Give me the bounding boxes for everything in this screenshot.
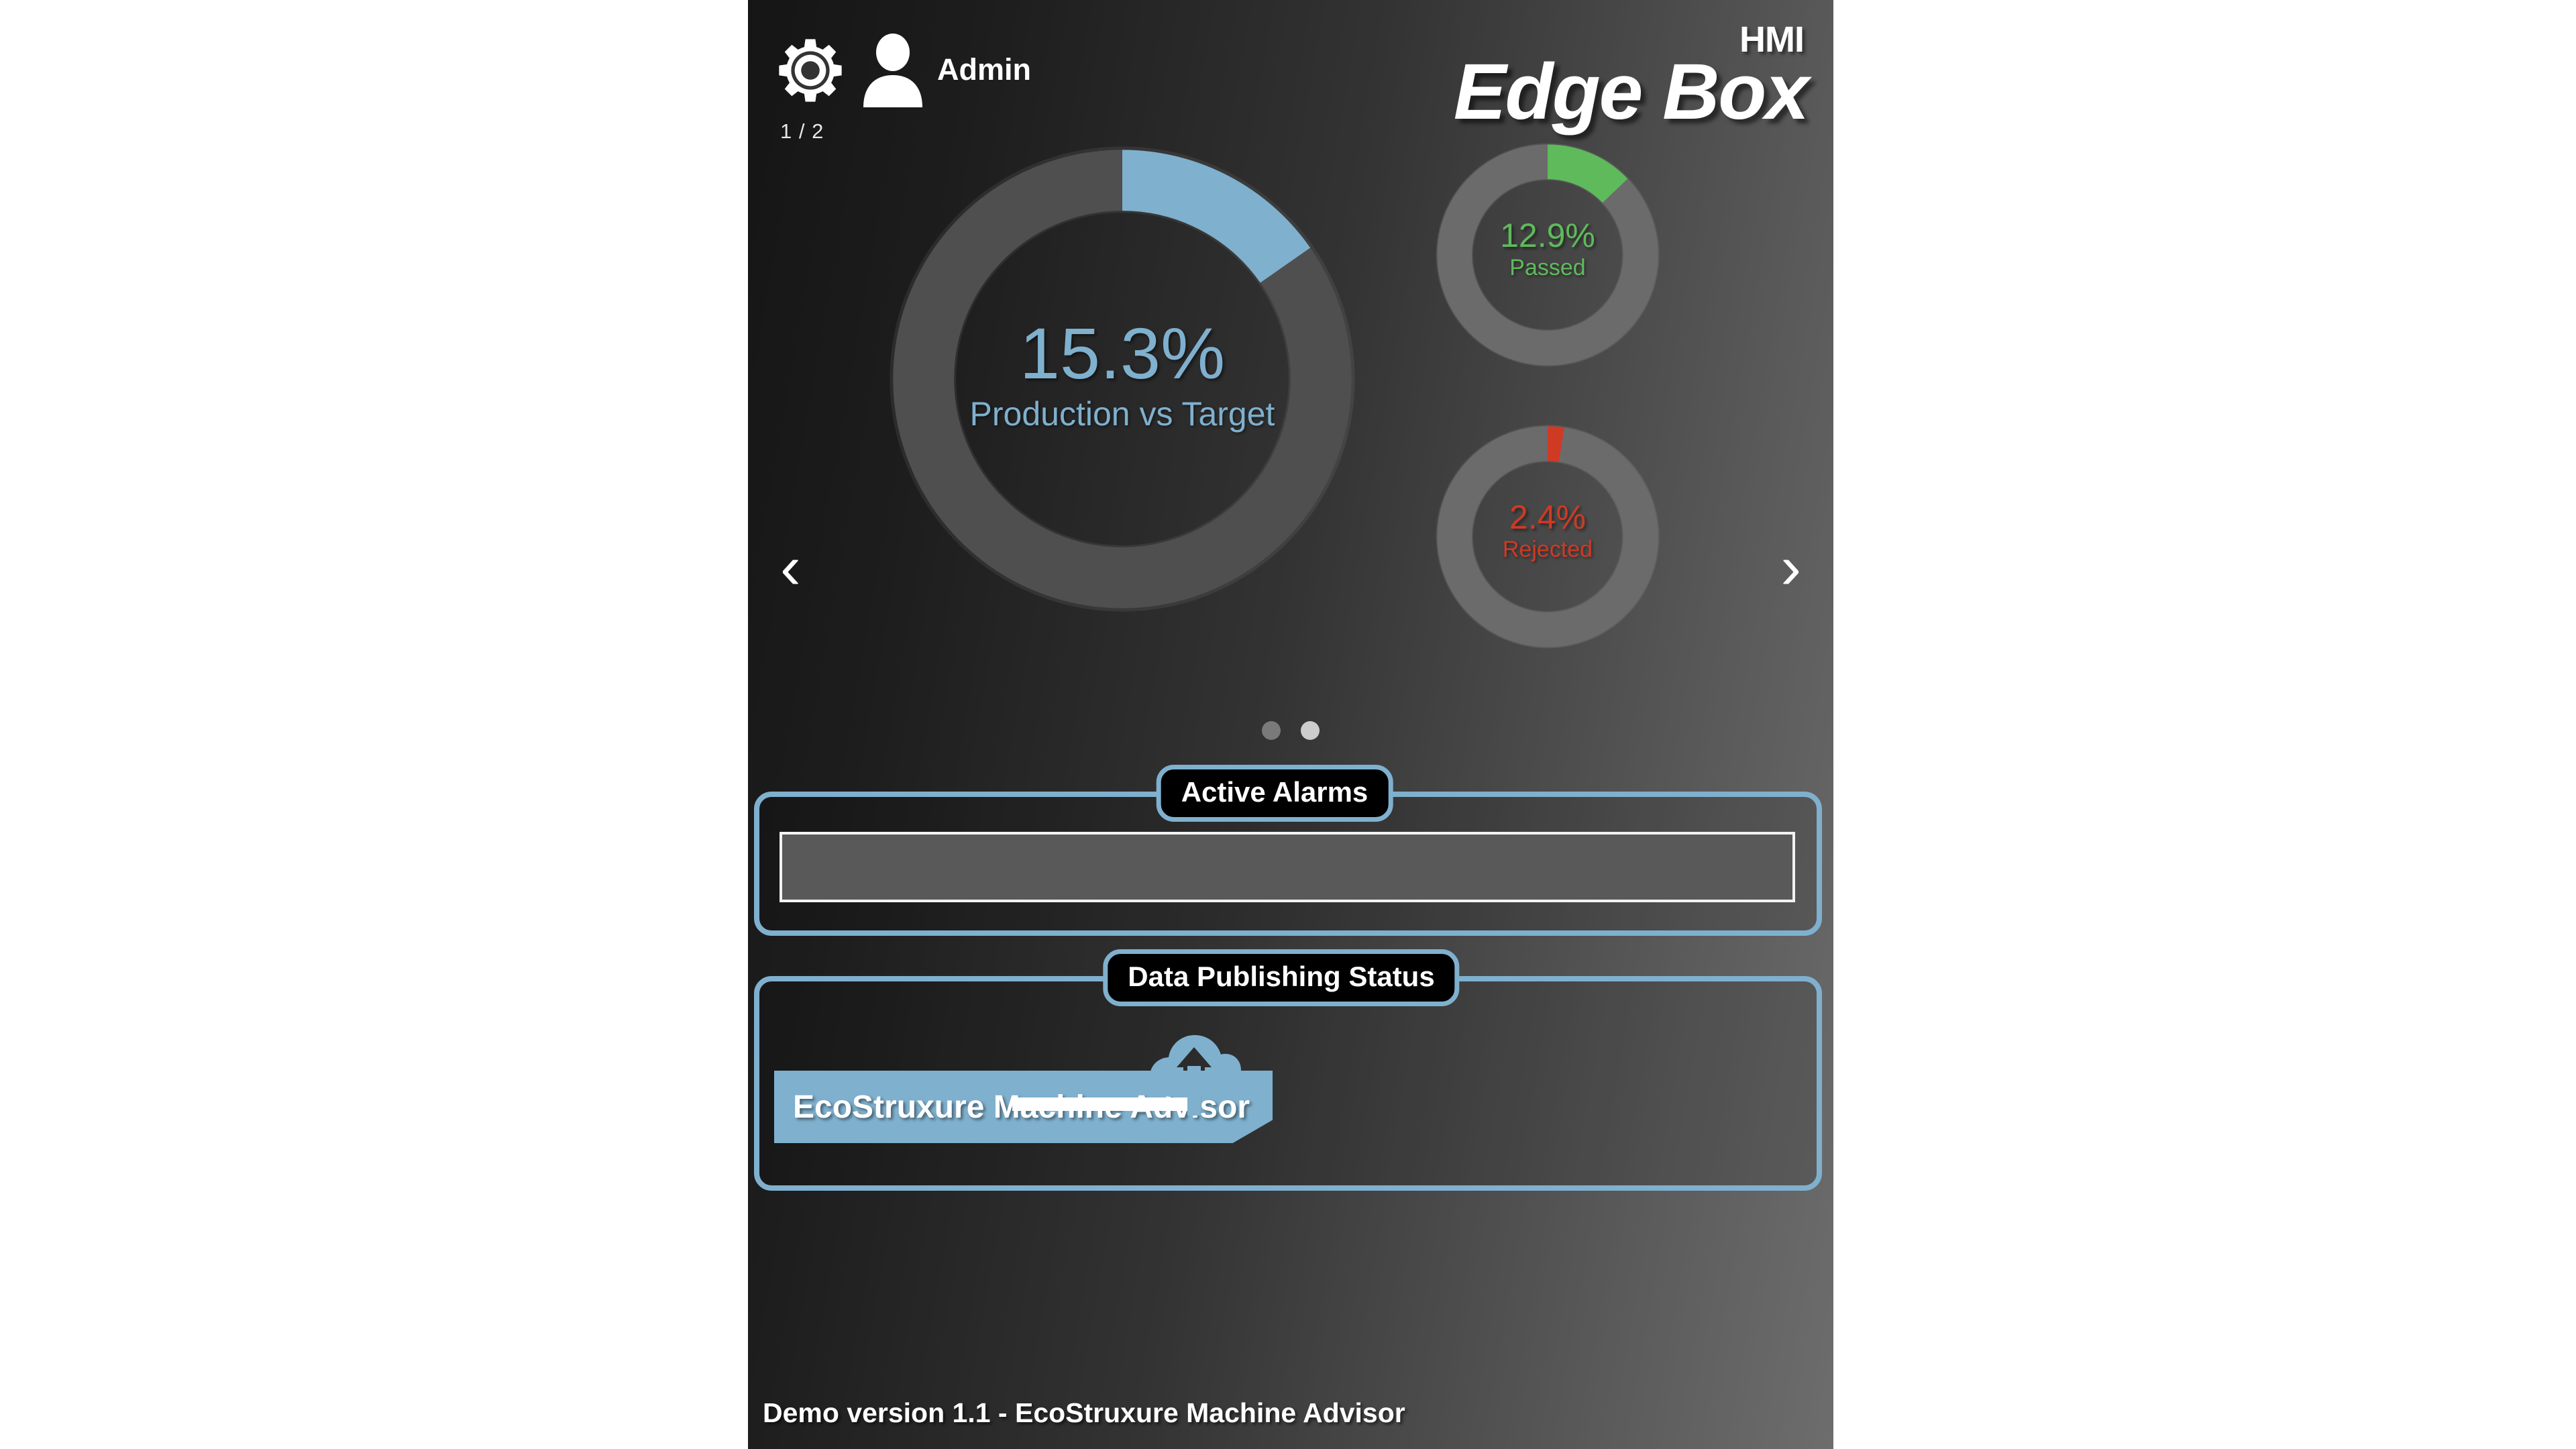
carousel-dot-2[interactable] xyxy=(1301,721,1320,740)
gauge-arc xyxy=(1547,144,1628,203)
brand-title: Edge Box xyxy=(1453,48,1809,136)
footer-version-text: Demo version 1.1 - EcoStruxure Machine A… xyxy=(763,1397,1405,1428)
active-alarms-list[interactable] xyxy=(780,832,1795,902)
kpi-carousel: ‹ › 15.3% Production vs Target 12.9% Pas… xyxy=(748,121,1833,745)
gauge-rejected: 2.4% Rejected xyxy=(1424,413,1672,661)
cloud-upload-icon xyxy=(1147,1027,1241,1116)
user-name: Admin xyxy=(937,52,1031,87)
data-publishing-title: Data Publishing Status xyxy=(1103,949,1460,1006)
app-logo: HMI Edge Box xyxy=(1453,21,1809,136)
gauge-production-vs-target: 15.3% Production vs Target xyxy=(857,114,1387,644)
data-publishing-panel: Data Publishing Status EcoStruxure Machi… xyxy=(754,949,1822,1191)
publishing-service-row: EcoStruxure Machine Advisor xyxy=(759,981,1817,1185)
gear-icon[interactable] xyxy=(775,35,846,106)
gauge-arc xyxy=(1547,426,1564,462)
screen: 1 / 2 Admin HMI Edge Box ‹ › 15.3% Produ… xyxy=(0,0,2576,1449)
carousel-next-button[interactable]: › xyxy=(1780,537,1801,598)
gauge-passed: 12.9% Passed xyxy=(1424,131,1672,379)
active-alarms-title: Active Alarms xyxy=(1156,765,1393,822)
carousel-pagination xyxy=(748,721,1833,740)
hmi-app-panel: 1 / 2 Admin HMI Edge Box ‹ › 15.3% Produ… xyxy=(748,0,1833,1449)
gauge-track xyxy=(1437,426,1658,647)
active-alarms-panel: Active Alarms xyxy=(754,765,1822,936)
carousel-dot-1[interactable] xyxy=(1262,721,1281,740)
carousel-prev-button[interactable]: ‹ xyxy=(780,537,801,598)
user-icon[interactable] xyxy=(861,34,925,107)
